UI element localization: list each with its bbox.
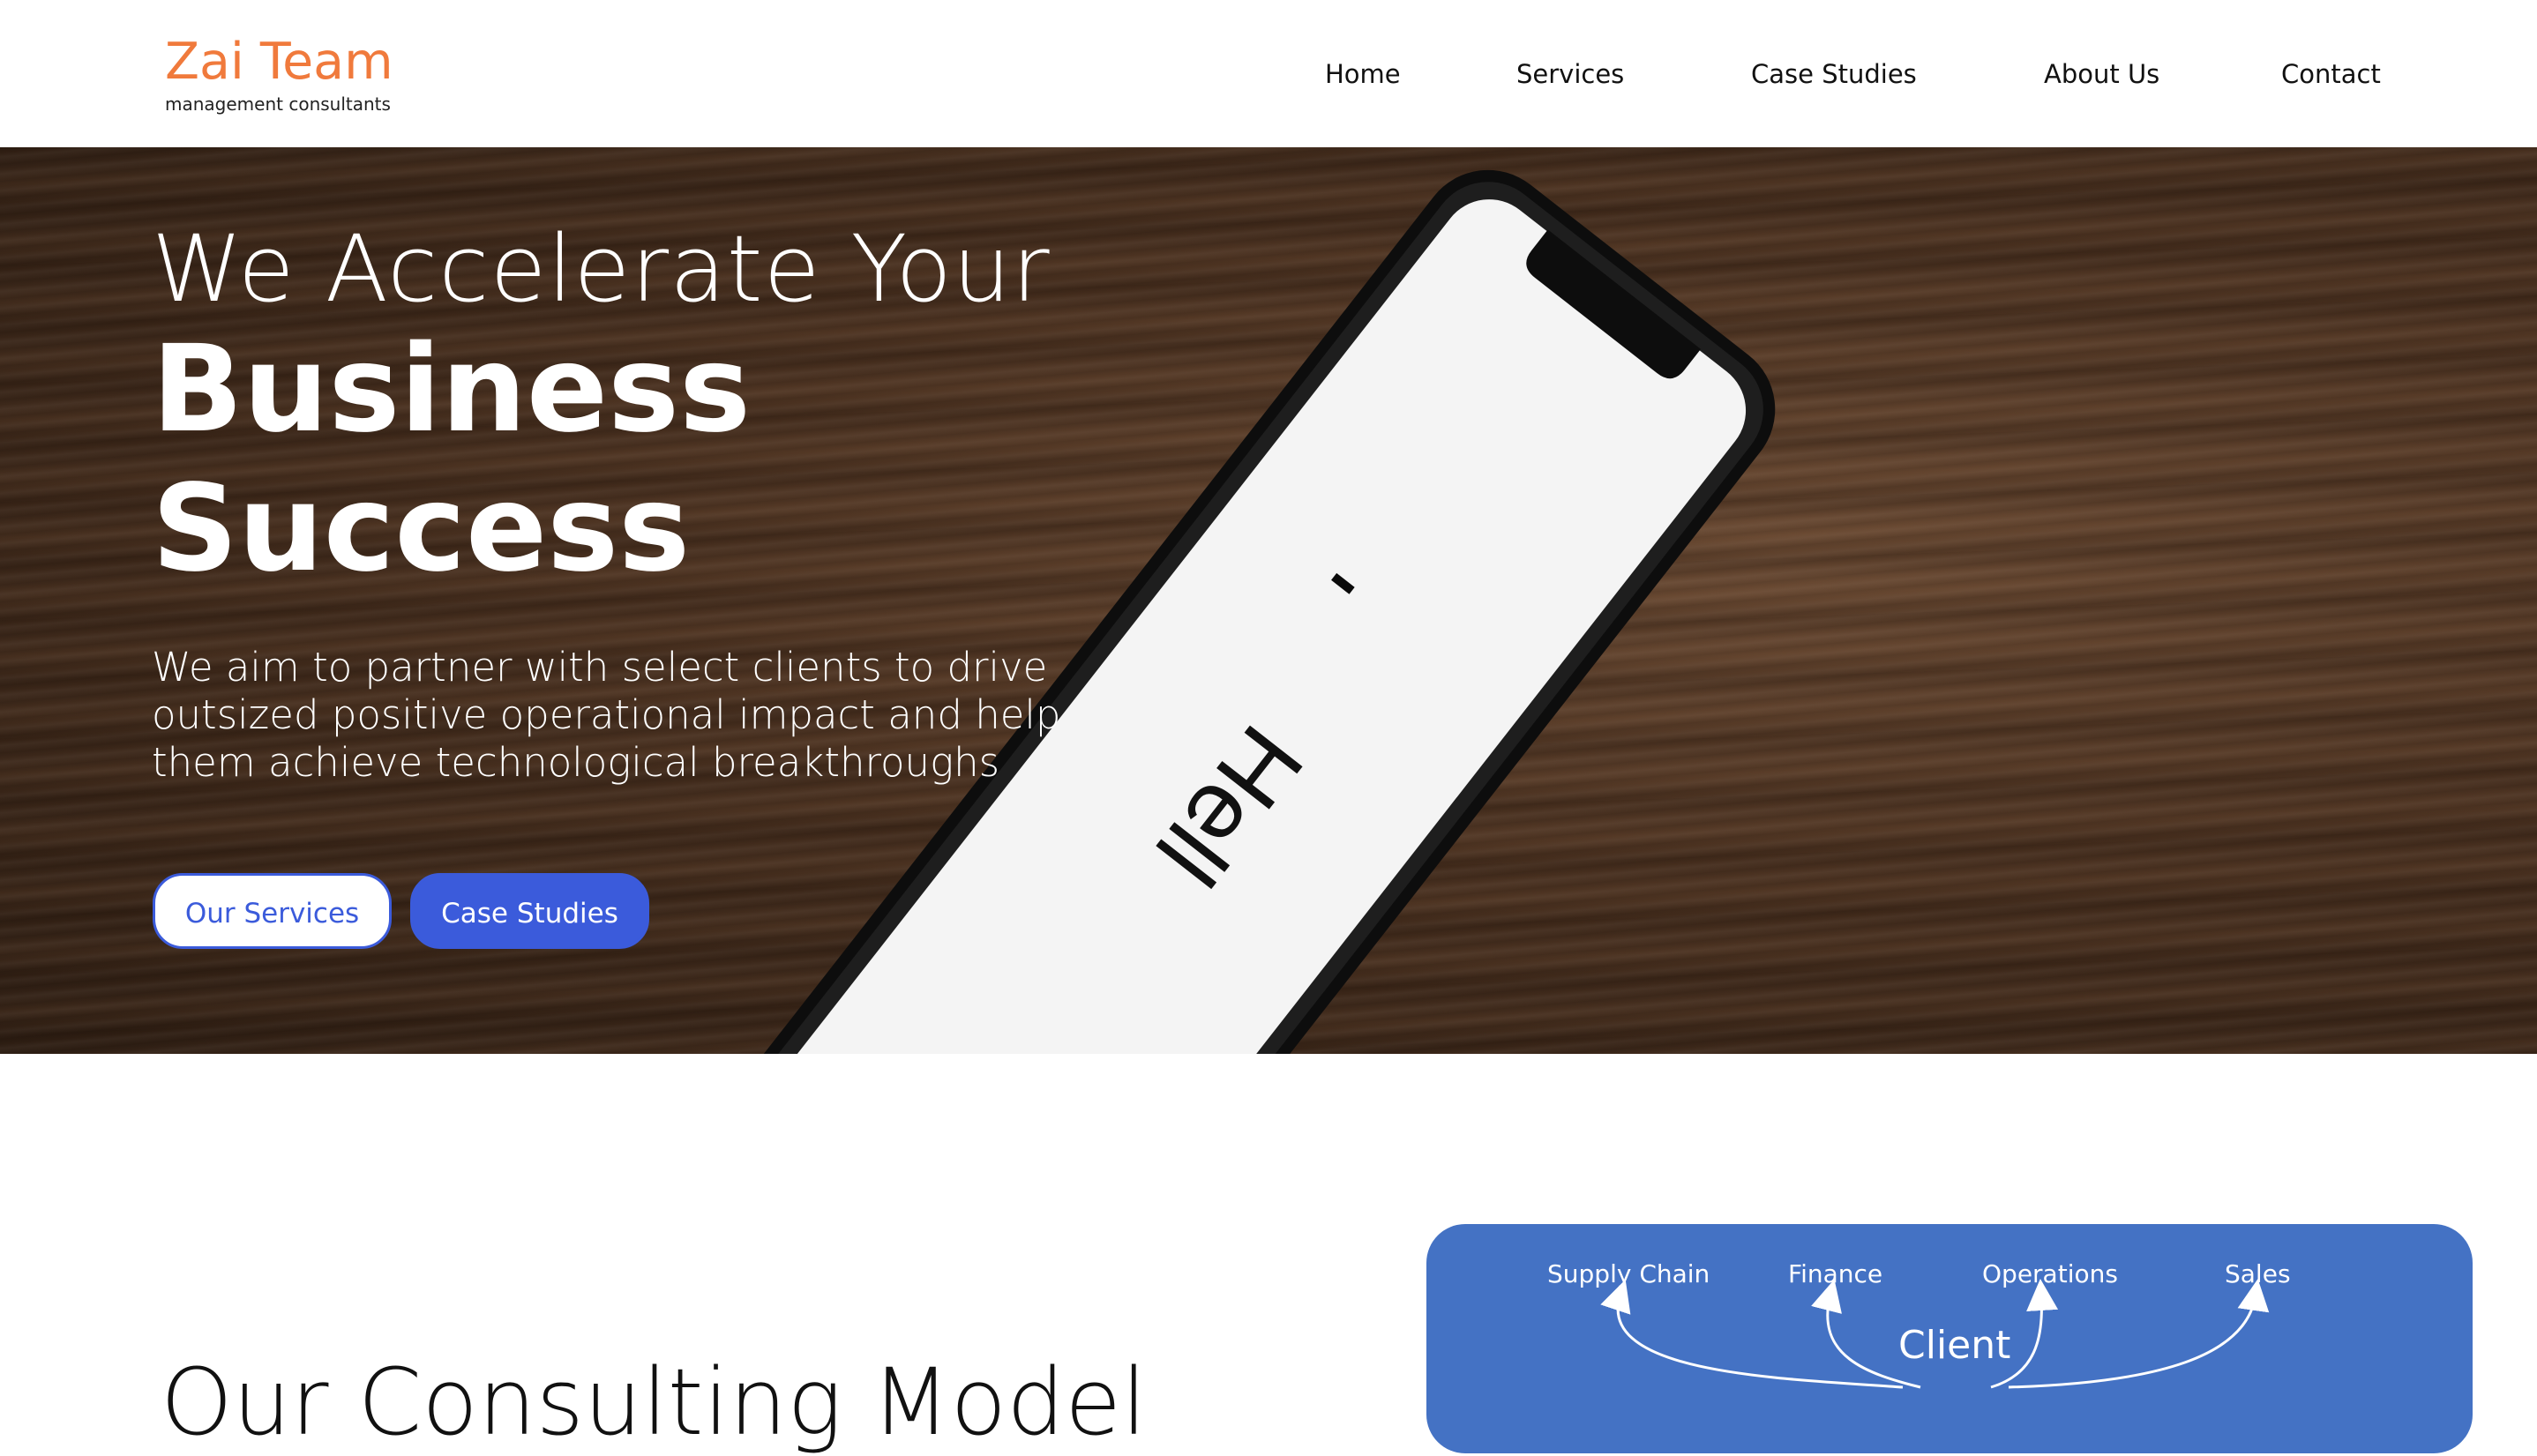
hero-heading-line1: We Accelerate Your — [152, 215, 1051, 323]
hero-subtitle: We aim to partner with select clients to… — [152, 644, 1061, 786]
diagram-label-client: Client — [1898, 1323, 2011, 1368]
brand-name: Zai Team — [165, 33, 393, 91]
diagram-label-supply-chain: Supply Chain — [1547, 1259, 1710, 1288]
nav-about-us[interactable]: About Us — [2044, 56, 2159, 92]
hero-heading-line2: Business — [152, 320, 752, 459]
nav-case-studies[interactable]: Case Studies — [1751, 56, 1917, 92]
our-services-button[interactable]: Our Services — [153, 873, 392, 949]
brand-tagline: management consultants — [165, 93, 391, 115]
consulting-model-diagram: Supply Chain Finance Operations Sales Cl… — [1426, 1224, 2473, 1453]
hero-section: Hell We Accelerate Your Business Success… — [0, 147, 2537, 1054]
hero-heading-line3: Success — [152, 459, 691, 599]
logo[interactable]: Zai Team management consultants — [165, 32, 393, 115]
site-header: Zai Team management consultants Home Ser… — [0, 0, 2537, 147]
nav-services[interactable]: Services — [1516, 56, 1624, 92]
diagram-label-operations: Operations — [1982, 1259, 2118, 1288]
consulting-model-title: Our Consulting Model — [161, 1348, 1148, 1456]
diagram-label-sales: Sales — [2225, 1259, 2291, 1288]
diagram-label-finance: Finance — [1788, 1259, 1883, 1288]
case-studies-button[interactable]: Case Studies — [410, 873, 649, 949]
nav-contact[interactable]: Contact — [2281, 56, 2381, 92]
nav-home[interactable]: Home — [1325, 56, 1401, 92]
